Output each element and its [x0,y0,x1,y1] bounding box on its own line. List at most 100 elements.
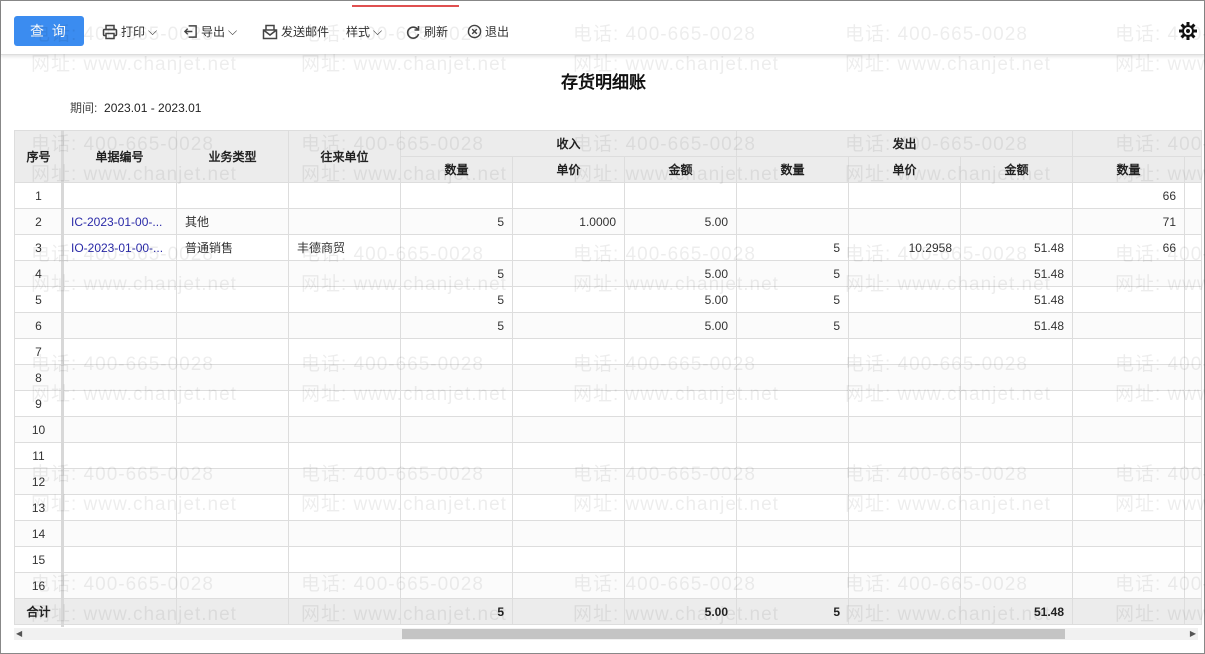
header-amount: 金额 [624,156,737,183]
cell [176,494,289,521]
cell [1072,468,1185,495]
cell: 5 [400,208,513,235]
table-row: 10 [14,416,1202,443]
cell [1072,364,1185,391]
header-qty: 数量 [1072,156,1185,183]
cell: 66 [1072,182,1185,209]
cell [624,546,737,573]
cell [512,234,625,261]
cell [512,442,625,469]
cell [176,338,289,365]
cell: 51.48 [960,312,1073,339]
cell [1072,572,1185,599]
cell [1184,572,1202,599]
cell: 5 [400,260,513,287]
cell [176,286,289,313]
cell [288,364,401,391]
cell [400,468,513,495]
cell [400,338,513,365]
cell-doc-no [62,312,177,339]
table-row: 6 5 5.00 5 51.48 [14,312,1202,339]
cell-seq: 13 [14,494,63,521]
cell: 5.00 [624,312,737,339]
cell [848,312,961,339]
cell [1184,182,1202,209]
cell: 5.00 [624,598,737,625]
cell [512,182,625,209]
cell [1184,338,1202,365]
table-row: 9 [14,390,1202,417]
cell [176,442,289,469]
doc-link[interactable]: IC-2023-01-00-... [62,208,177,235]
frozen-column-divider[interactable] [61,130,64,627]
table-row: 16 [14,572,1202,599]
cell [288,494,401,521]
cell [960,182,1073,209]
cell [624,468,737,495]
cell [176,312,289,339]
print-button[interactable]: 打印 ⌵ [102,23,157,40]
table-row: 1 66 [14,182,1202,209]
cell-doc-no [62,390,177,417]
refresh-button[interactable]: 刷新 [405,23,448,40]
total-row: 合计 5 5.00 5 51.48 [14,598,1202,625]
print-label: 打印 [121,25,146,39]
cell [288,338,401,365]
scrollbar-thumb[interactable] [402,629,1065,639]
cell: 5.00 [624,208,737,235]
cell [1184,442,1202,469]
cell [1072,494,1185,521]
cell-seq: 5 [14,286,63,313]
cell [400,494,513,521]
cell [1072,286,1185,313]
header-income: 收入 [400,130,737,157]
cell [736,520,849,547]
table-row: 8 [14,364,1202,391]
cell: 5.00 [624,286,737,313]
cell [400,546,513,573]
cell [400,390,513,417]
cell [288,260,401,287]
query-button[interactable]: 查 询 [14,16,84,46]
cell [512,572,625,599]
style-dropdown[interactable]: 样式 ⌵ [346,23,382,40]
doc-link[interactable]: IO-2023-01-00-... [62,234,177,261]
cell [1184,234,1202,261]
table-row: 3 IO-2023-01-00-... 普通销售 丰德商贸 5 10.2958 51.48 6… [14,234,1202,261]
cell [400,572,513,599]
cell [736,338,849,365]
header-outgo: 发出 [736,130,1073,157]
cell [848,468,961,495]
cell [400,182,513,209]
cell [512,260,625,287]
cell [288,286,401,313]
scroll-right-icon[interactable]: ▶ [1190,628,1196,640]
cell [624,442,737,469]
cell [960,390,1073,417]
header-extra [1184,156,1202,183]
exit-button[interactable]: 退出 [467,23,509,40]
cell: 丰德商贸 [288,234,401,261]
cell [736,442,849,469]
cell [512,598,625,625]
export-button[interactable]: 导出 ⌵ [183,23,237,40]
period-label: 期间: [70,101,98,115]
horizontal-scrollbar[interactable]: ◀ ▶ [14,628,1198,640]
scroll-left-icon[interactable]: ◀ [16,628,22,640]
table-row: 14 [14,520,1202,547]
header-qty: 数量 [400,156,513,183]
cell-doc-no [62,182,177,209]
cell: 5 [400,598,513,625]
gear-icon[interactable] [1178,21,1198,41]
cell-doc-no [62,286,177,313]
header-partner: 往来单位 [288,130,401,183]
cell [736,364,849,391]
printer-icon [102,24,118,39]
cell [288,598,401,625]
send-email-button[interactable]: 发送邮件 [262,23,329,40]
cell [512,364,625,391]
ledger-table: 序号 单据编号 业务类型 往来单位 收入 发出 数量 单价 金额 数量 单价 金… [14,130,1202,625]
header-balance [1072,130,1202,157]
cell-seq: 2 [14,208,63,235]
cell [1072,416,1185,443]
